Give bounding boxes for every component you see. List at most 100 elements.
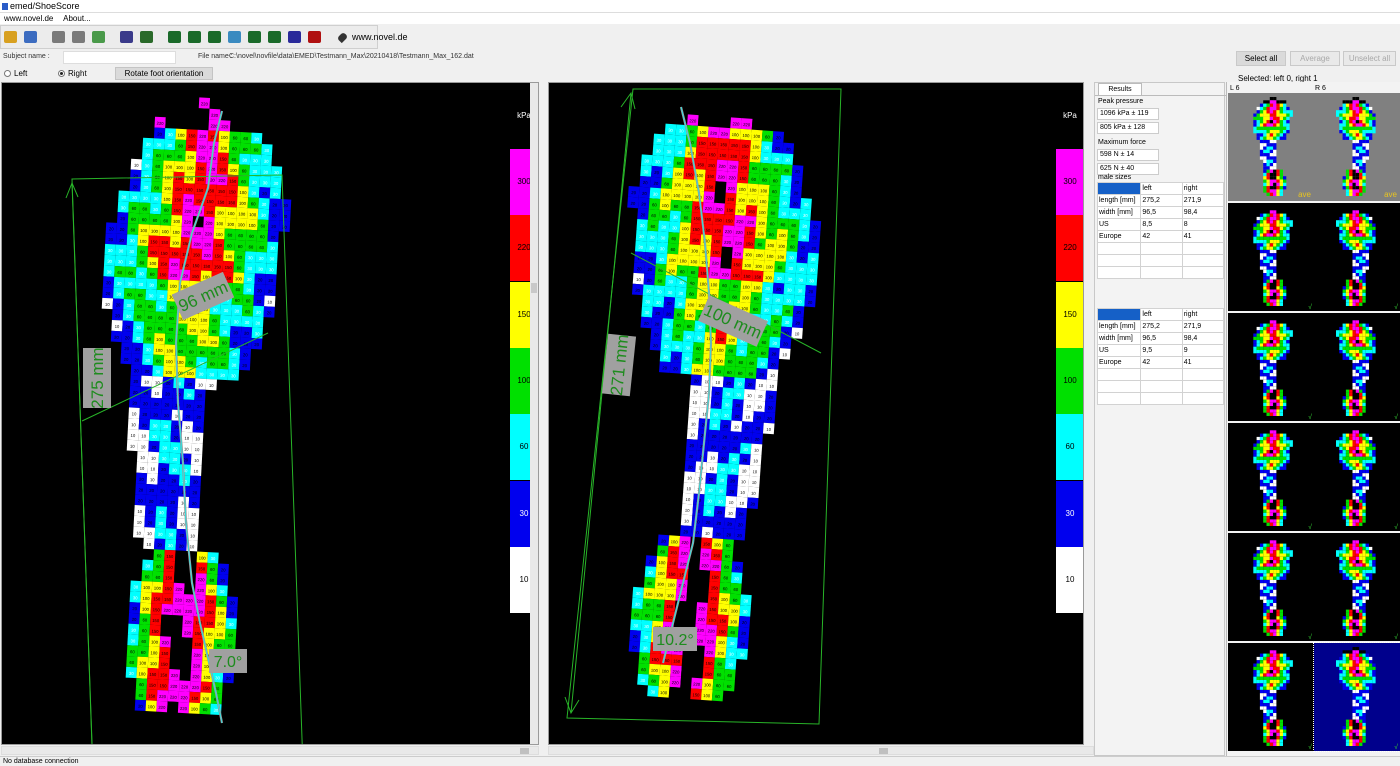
rotate-foot-orientation-button[interactable]: Rotate foot orientation xyxy=(115,67,213,80)
thumbnail-cell xyxy=(1372,346,1376,350)
thumbnail-cell xyxy=(1349,546,1353,551)
pressure-value: 300 xyxy=(162,629,170,634)
thumbnail-cell xyxy=(1286,440,1290,444)
thumbnail-cell xyxy=(1266,320,1270,324)
thumbnail-cell xyxy=(1266,340,1270,344)
trial-thumbnail[interactable]: √ xyxy=(1314,203,1400,311)
hscroll-thumb[interactable] xyxy=(879,748,888,754)
thumbnail-cell xyxy=(1263,689,1267,694)
tab-results[interactable]: Results xyxy=(1098,83,1142,95)
thumbnail-cell xyxy=(1349,446,1353,451)
novel-link[interactable]: www.novel.de xyxy=(336,31,408,43)
trial-thumbnail[interactable]: √ xyxy=(1314,313,1400,421)
thumbnail-cell xyxy=(1269,427,1274,431)
trial-thumbnail[interactable]: √ xyxy=(1313,642,1400,752)
thumbnail-cell xyxy=(1359,629,1363,633)
thumbnail-cell xyxy=(1269,292,1274,297)
pressure-value: 100 xyxy=(749,198,757,204)
thumbnail-cell xyxy=(1273,240,1277,244)
pressure-value: 100 xyxy=(693,368,701,374)
thumbnail-cell xyxy=(1266,139,1270,144)
thumbnail-cell xyxy=(1355,506,1360,510)
thumbnail-cell xyxy=(1365,473,1369,477)
pressure-value: 220 xyxy=(715,207,723,213)
pressure-value: 300 xyxy=(699,595,707,601)
thumbnail-cell xyxy=(1339,226,1343,231)
scroll-thumb[interactable] xyxy=(531,283,537,293)
evaluation-4-button[interactable] xyxy=(247,28,262,46)
print-button[interactable] xyxy=(51,28,66,46)
trial-thumbnail[interactable]: ave xyxy=(1314,93,1400,201)
thumbnail-cell xyxy=(1365,483,1369,487)
trial-thumbnail[interactable]: √ xyxy=(1228,423,1314,531)
trial-thumbnail[interactable]: √ xyxy=(1228,203,1314,311)
save-button[interactable] xyxy=(23,28,38,46)
average-button[interactable]: Average xyxy=(1290,51,1340,66)
radio-right-dot[interactable] xyxy=(58,70,65,77)
trial-thumbnail[interactable]: √ xyxy=(1314,533,1400,641)
pressure-value: 300 xyxy=(189,112,197,117)
trial-thumbnail[interactable]: √ xyxy=(1228,533,1314,641)
left-foot-pressure-map[interactable]: 300 220 300300 300 220220 300 300 300 300 220 220 3… xyxy=(2,83,507,745)
radio-left[interactable]: Left xyxy=(4,69,27,78)
open-button[interactable] xyxy=(3,28,18,46)
thumbnail-cell xyxy=(1253,116,1257,121)
thumbnail-cell xyxy=(1352,553,1356,557)
print-preview-button[interactable] xyxy=(71,28,86,46)
thumbnail-cell xyxy=(1359,143,1363,147)
foot-button[interactable] xyxy=(139,28,154,46)
thumbnail-cell xyxy=(1266,473,1270,477)
report-button[interactable] xyxy=(307,28,322,46)
right-foot-panel[interactable]: 300 300 300 300 300 300 300 220 300 300 300 220 220 3… xyxy=(548,82,1084,745)
evaluation-1-button[interactable] xyxy=(167,28,182,46)
thumbnail-cell xyxy=(1283,326,1287,331)
thumbnail-cell xyxy=(1359,166,1363,170)
thumbnail-cell xyxy=(1266,336,1270,341)
thumbnail-cell xyxy=(1362,493,1366,497)
thumbnail-cell xyxy=(1266,589,1270,594)
thumbnail-cell xyxy=(1263,483,1267,487)
mpc-button[interactable] xyxy=(287,28,302,46)
thumbnail-cell xyxy=(1362,220,1366,224)
left-panel-hscrollbar[interactable] xyxy=(1,746,539,755)
thumbnail-cell xyxy=(1269,709,1274,713)
left-panel-scrollbar[interactable] xyxy=(530,83,538,744)
table-cell: 96,5 xyxy=(1140,332,1183,345)
thumbnail-cell xyxy=(1352,343,1356,347)
thumbnail-cell xyxy=(1355,172,1360,177)
subject-name-input[interactable] xyxy=(63,51,176,64)
hscroll-thumb[interactable] xyxy=(520,748,529,754)
radio-right[interactable]: Right xyxy=(58,69,87,78)
thumbnail-cell xyxy=(1362,292,1366,297)
thumbnail-cell xyxy=(1269,606,1274,610)
trial-thumbnail[interactable]: √ xyxy=(1314,423,1400,531)
thumbnail-cell xyxy=(1342,326,1346,331)
select-all-button[interactable]: Select all xyxy=(1236,51,1286,66)
thumbnail-cell xyxy=(1349,543,1353,547)
thumbnail-cell xyxy=(1372,236,1376,240)
trial-thumbnail[interactable]: √ xyxy=(1228,313,1314,421)
right-foot-pressure-map[interactable]: 300 300 300300 300 300300 220 300 300 300 220 220 3… xyxy=(549,83,1054,745)
thumbnail-cell xyxy=(1349,299,1353,303)
pressure-button[interactable] xyxy=(119,28,134,46)
export-button[interactable] xyxy=(91,28,106,46)
evaluation-5-button[interactable] xyxy=(267,28,282,46)
right-panel-hscrollbar[interactable] xyxy=(548,746,1094,755)
thumbnail-cell xyxy=(1352,216,1356,221)
unselect-all-button[interactable]: Unselect all xyxy=(1343,51,1396,66)
pressure-value: 100 xyxy=(714,542,722,548)
thumbnail-cell xyxy=(1359,469,1363,474)
evaluation-3-button[interactable] xyxy=(207,28,222,46)
radio-left-dot[interactable] xyxy=(4,70,11,77)
thumbnail-cell xyxy=(1273,612,1277,617)
evaluation-2-button[interactable] xyxy=(187,28,202,46)
trial-thumbnail[interactable]: √ xyxy=(1228,643,1314,751)
thumbnail-cell xyxy=(1269,489,1274,493)
thumbnail-cell xyxy=(1263,286,1267,290)
left-foot-panel[interactable]: 300 220 300 300 300 220 220 300 300 300 300 220 220 3… xyxy=(1,82,539,745)
overlay-button[interactable] xyxy=(227,28,242,46)
menu-item-novel[interactable]: www.novel.de xyxy=(4,14,53,23)
thumbnail-cell xyxy=(1263,563,1267,567)
menu-item-about[interactable]: About... xyxy=(63,14,91,23)
trial-thumbnail[interactable]: ave xyxy=(1228,93,1314,201)
